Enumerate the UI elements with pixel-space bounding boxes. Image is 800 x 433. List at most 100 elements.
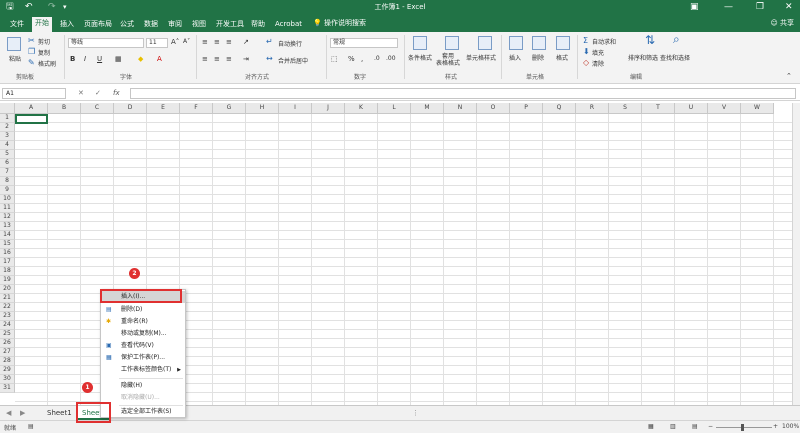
row-header[interactable]: 24 <box>0 321 15 330</box>
column-header[interactable]: C <box>81 103 114 114</box>
cancel-entry-icon[interactable]: ✕ <box>78 89 84 97</box>
increase-font-icon[interactable]: A˄ <box>171 38 179 46</box>
page-break-view-icon[interactable]: ▤ <box>692 423 698 430</box>
row-header[interactable]: 26 <box>0 339 15 348</box>
zoom-level[interactable]: 100% <box>782 423 799 430</box>
delete-cells-icon[interactable] <box>532 36 546 50</box>
column-header[interactable]: U <box>675 103 708 114</box>
tab-home[interactable]: 开始 <box>32 17 52 32</box>
copy-icon[interactable]: ❐ <box>28 47 35 56</box>
menu-item-protect-sheet[interactable]: ▦ 保护工作表(P)... <box>101 352 185 364</box>
column-header[interactable]: I <box>279 103 312 114</box>
align-left-icon[interactable]: ≡ <box>202 55 208 63</box>
align-right-icon[interactable]: ≡ <box>226 55 232 63</box>
fill-color-icon[interactable]: ◆ <box>138 55 143 63</box>
row-header[interactable]: 9 <box>0 186 15 195</box>
italic-button[interactable]: I <box>84 55 86 63</box>
row-header[interactable]: 6 <box>0 159 15 168</box>
menu-item-tab-color[interactable]: 工作表标签颜色(T) ▶ <box>101 364 185 376</box>
column-header[interactable]: L <box>378 103 411 114</box>
scroll-right-icon[interactable]: ▶ <box>20 409 25 417</box>
row-header[interactable]: 29 <box>0 366 15 375</box>
selected-cell-a1[interactable] <box>15 114 48 124</box>
format-cells-button[interactable]: 格式 <box>556 53 568 62</box>
currency-icon[interactable]: ⬚ <box>331 55 338 63</box>
column-header[interactable]: W <box>741 103 774 114</box>
cut-button[interactable]: 剪切 <box>38 37 50 46</box>
restore-icon[interactable]: ❐ <box>756 1 764 13</box>
align-middle-icon[interactable]: ≡ <box>214 38 220 46</box>
indent-icon[interactable]: ⇥ <box>243 55 249 63</box>
confirm-entry-icon[interactable]: ✓ <box>95 89 101 97</box>
cell-styles-button[interactable]: 单元格样式 <box>466 53 496 62</box>
column-header[interactable]: S <box>609 103 642 114</box>
tab-page-layout[interactable]: 页面布局 <box>81 18 115 32</box>
zoom-in-icon[interactable]: + <box>773 423 778 430</box>
paste-button[interactable]: 粘贴 <box>9 54 21 63</box>
fill-button[interactable]: 填充 <box>592 48 604 57</box>
tell-me-search[interactable]: 💡 操作说明搜索 <box>313 18 366 28</box>
name-box[interactable]: A1 <box>2 88 66 99</box>
format-painter-icon[interactable]: ✎ <box>28 58 35 67</box>
row-header[interactable]: 17 <box>0 258 15 267</box>
column-header[interactable]: Q <box>543 103 576 114</box>
font-size-box[interactable]: 11 <box>146 38 168 48</box>
row-header[interactable]: 25 <box>0 330 15 339</box>
column-header[interactable]: N <box>444 103 477 114</box>
autosum-icon[interactable]: Σ <box>583 36 588 45</box>
menu-item-move-copy[interactable]: 移动或复制(M)... <box>101 328 185 340</box>
formula-input[interactable] <box>130 88 796 99</box>
increase-decimal-icon[interactable]: .0 <box>374 55 380 62</box>
row-header[interactable]: 21 <box>0 294 15 303</box>
scroll-left-icon[interactable]: ◀ <box>6 409 11 417</box>
number-format-box[interactable]: 常规 <box>330 38 398 48</box>
tab-review[interactable]: 审阅 <box>165 18 185 32</box>
find-select-icon[interactable]: ⌕ <box>673 33 680 45</box>
merge-icon[interactable]: ↔ <box>266 54 273 63</box>
tab-view[interactable]: 视图 <box>189 18 209 32</box>
format-as-table-icon[interactable] <box>445 36 459 50</box>
row-header[interactable]: 13 <box>0 222 15 231</box>
row-header[interactable]: 15 <box>0 240 15 249</box>
menu-item-select-all-sheets[interactable]: 选定全部工作表(S) <box>101 406 185 418</box>
borders-icon[interactable]: ▦ <box>115 55 122 63</box>
copy-button[interactable]: 复制 <box>38 48 50 57</box>
row-header[interactable]: 12 <box>0 213 15 222</box>
row-header[interactable]: 20 <box>0 285 15 294</box>
sort-filter-icon[interactable]: ⇅ <box>645 34 655 46</box>
row-header[interactable]: 31 <box>0 384 15 393</box>
sort-filter-button[interactable]: 排序和筛选 <box>628 53 658 62</box>
row-header[interactable]: 28 <box>0 357 15 366</box>
menu-item-hide[interactable]: 隐藏(H) <box>101 380 185 392</box>
bold-button[interactable]: B <box>70 55 75 63</box>
wrap-text-button[interactable]: 自动换行 <box>278 39 302 48</box>
tab-file[interactable]: 文件 <box>7 18 27 32</box>
autosum-button[interactable]: 自动求和 <box>592 37 616 46</box>
row-header[interactable]: 10 <box>0 195 15 204</box>
row-header[interactable]: 4 <box>0 141 15 150</box>
row-header[interactable]: 14 <box>0 231 15 240</box>
decrease-decimal-icon[interactable]: .00 <box>386 55 396 62</box>
comma-icon[interactable]: , <box>361 55 363 63</box>
row-header[interactable]: 30 <box>0 375 15 384</box>
row-header[interactable]: 1 <box>0 114 15 123</box>
tab-formulas[interactable]: 公式 <box>117 18 137 32</box>
macro-record-icon[interactable]: ▤ <box>28 423 34 430</box>
zoom-slider[interactable] <box>716 427 772 428</box>
normal-view-icon[interactable]: ▦ <box>648 423 654 430</box>
column-header[interactable]: B <box>48 103 81 114</box>
tab-data[interactable]: 数据 <box>141 18 161 32</box>
conditional-format-button[interactable]: 条件格式 <box>408 53 432 62</box>
format-as-table-button[interactable]: 套用 表格格式 <box>436 53 460 67</box>
row-header[interactable]: 16 <box>0 249 15 258</box>
decrease-font-icon[interactable]: A˅ <box>183 38 190 45</box>
menu-item-delete[interactable]: ▤ 删除(D) <box>101 304 185 316</box>
format-painter-button[interactable]: 格式刷 <box>38 59 56 68</box>
sheet-tab-sheet1[interactable]: Sheet1 <box>43 406 76 420</box>
column-header[interactable]: A <box>15 103 48 114</box>
insert-function-button[interactable]: fx <box>113 89 120 97</box>
tab-acrobat[interactable]: Acrobat <box>272 18 305 32</box>
row-header[interactable]: 27 <box>0 348 15 357</box>
row-header[interactable]: 5 <box>0 150 15 159</box>
row-header[interactable]: 3 <box>0 132 15 141</box>
